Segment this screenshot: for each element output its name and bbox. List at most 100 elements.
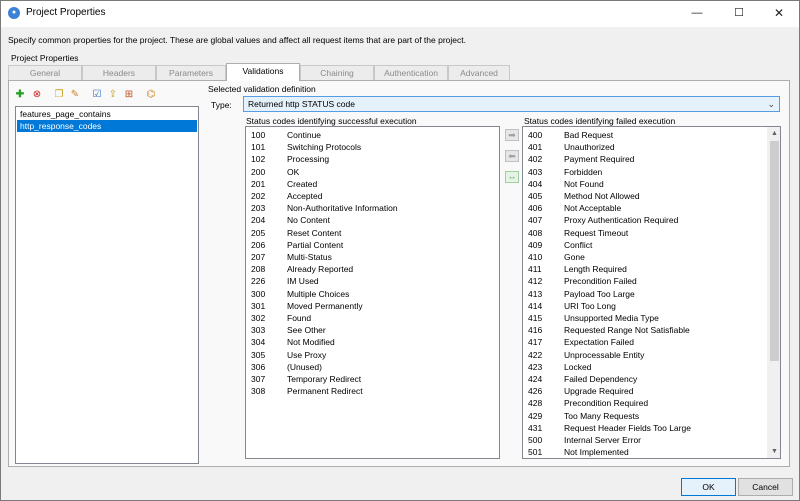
list-item[interactable]: 426 Upgrade Required [524,385,754,397]
list-item[interactable]: 208 Already Reported [247,263,477,275]
cancel-button[interactable]: Cancel [738,478,793,496]
copy-icon[interactable]: ❐ [53,89,65,101]
validation-definitions-list[interactable]: features_page_contains http_response_cod… [15,106,199,464]
list-item[interactable]: 424 Failed Dependency [524,373,754,385]
list-item[interactable]: 406 Not Acceptable [524,202,754,214]
description-text: Specify common properties for the projec… [8,35,466,45]
scrollbar-thumb[interactable] [770,141,779,361]
export-icon[interactable]: ⇪ [107,89,119,101]
status-text: Payload Too Large [564,288,635,299]
scroll-up-icon[interactable]: ▲ [768,127,780,140]
status-text: Requested Range Not Satisfiable [564,325,690,336]
status-code: 413 [528,288,543,299]
list-item[interactable]: 411 Length Required [524,263,754,275]
list-item[interactable]: 305 Use Proxy [247,349,477,361]
close-button[interactable]: ✕ [759,1,799,25]
tab-validations[interactable]: Validations [226,63,300,81]
failed-list-scrollbar[interactable]: ▲ ▼ [767,127,780,458]
list-item[interactable]: 413 Payload Too Large [524,288,754,300]
list-item[interactable]: 200 OK [247,166,477,178]
list-item[interactable]: 417 Expectation Failed [524,336,754,348]
status-code: 203 [251,203,266,214]
move-left-icon[interactable]: ⬅ [505,150,519,162]
status-text: Too Many Requests [564,410,640,421]
list-item[interactable]: 302 Found [247,312,477,324]
list-item[interactable]: 409 Conflict [524,239,754,251]
tab-parameters[interactable]: Parameters [156,65,226,80]
status-code: 409 [528,239,543,250]
list-item[interactable]: 405 Method Not Allowed [524,190,754,202]
status-text: Length Required [564,264,627,275]
status-code: 100 [251,130,266,140]
selected-definition-label: Selected validation definition [208,84,316,94]
add-icon[interactable]: ✚ [14,89,26,101]
list-item[interactable]: 304 Not Modified [247,336,477,348]
list-item[interactable]: 412 Precondition Failed [524,275,754,287]
list-item[interactable]: 300 Multiple Choices [247,288,477,300]
swap-icon[interactable]: ⇔ [505,171,519,183]
list-item[interactable]: 415 Unsupported Media Type [524,312,754,324]
settings-icon[interactable]: ⌬ [145,89,157,101]
scroll-down-icon[interactable]: ▼ [768,445,780,458]
import-icon[interactable]: ⊞ [123,89,135,101]
list-item[interactable]: 307 Temporary Redirect [247,373,477,385]
status-code: 300 [251,288,266,299]
tab-advanced[interactable]: Advanced [448,65,510,80]
validate-icon[interactable]: ☑ [91,89,103,101]
list-item[interactable]: 101 Switching Protocols [247,141,477,153]
list-item[interactable]: 428 Precondition Required [524,397,754,409]
list-item[interactable]: 431 Request Header Fields Too Large [524,422,754,434]
list-item[interactable]: 422 Unprocessable Entity [524,349,754,361]
delete-icon[interactable]: ⊗ [31,89,43,101]
list-item[interactable]: 100 Continue [247,129,477,141]
status-code: 501 [528,447,543,458]
list-item[interactable]: 410 Gone [524,251,754,263]
type-dropdown[interactable]: Returned http STATUS code ⌄ [243,96,780,112]
list-item[interactable]: 303 See Other [247,324,477,336]
list-item[interactable]: 501 Not Implemented [524,446,754,458]
list-item[interactable]: 205 Reset Content [247,227,477,239]
list-item[interactable]: 423 Locked [524,361,754,373]
status-text: (Unused) [287,361,322,372]
list-item[interactable]: 429 Too Many Requests [524,410,754,422]
list-item[interactable]: 407 Proxy Authentication Required [524,214,754,226]
status-text: See Other [287,325,326,336]
maximize-button[interactable]: ☐ [719,1,759,25]
list-item[interactable]: 500 Internal Server Error [524,434,754,446]
list-item[interactable]: 414 URI Too Long [524,300,754,312]
list-item[interactable]: 102 Processing [247,153,477,165]
list-item[interactable]: 402 Payment Required [524,153,754,165]
status-text: Not Acceptable [564,203,622,214]
tab-headers[interactable]: Headers [82,65,156,80]
list-item[interactable]: 204 No Content [247,214,477,226]
status-code: 102 [251,154,266,165]
ok-button[interactable]: OK [681,478,736,496]
list-item[interactable]: http_response_codes [17,120,197,132]
status-code: 429 [528,410,543,421]
list-item[interactable]: 403 Forbidden [524,166,754,178]
list-item[interactable]: 400 Bad Request [524,129,754,141]
list-item[interactable]: 206 Partial Content [247,239,477,251]
minimize-button[interactable]: — [677,1,717,25]
list-item[interactable]: 408 Request Timeout [524,227,754,239]
list-item[interactable]: 226 IM Used [247,275,477,287]
list-item[interactable]: 308 Permanent Redirect [247,385,477,397]
list-item[interactable]: 207 Multi-Status [247,251,477,263]
move-right-icon[interactable]: ➡ [505,129,519,141]
list-item[interactable]: 203 Non-Authoritative Information [247,202,477,214]
list-item[interactable]: 301 Moved Permanently [247,300,477,312]
list-item[interactable]: 401 Unauthorized [524,141,754,153]
list-item[interactable]: 306 (Unused) [247,361,477,373]
status-code: 423 [528,361,543,372]
tab-chaining[interactable]: Chaining [300,65,374,80]
list-item[interactable]: features_page_contains [17,108,197,120]
list-item[interactable]: 404 Not Found [524,178,754,190]
list-item[interactable]: 202 Accepted [247,190,477,202]
tab-authentication[interactable]: Authentication [374,65,448,80]
tab-general[interactable]: General [8,65,82,80]
list-item[interactable]: 201 Created [247,178,477,190]
successful-codes-list[interactable]: 308 Permanent Redirect 307 Temporary Redire… [245,126,500,459]
edit-icon[interactable]: ✎ [69,89,81,101]
list-item[interactable]: 416 Requested Range Not Satisfiable [524,324,754,336]
failed-codes-list[interactable]: 501 Not Implemented 500 Internal Server Err… [522,126,781,459]
